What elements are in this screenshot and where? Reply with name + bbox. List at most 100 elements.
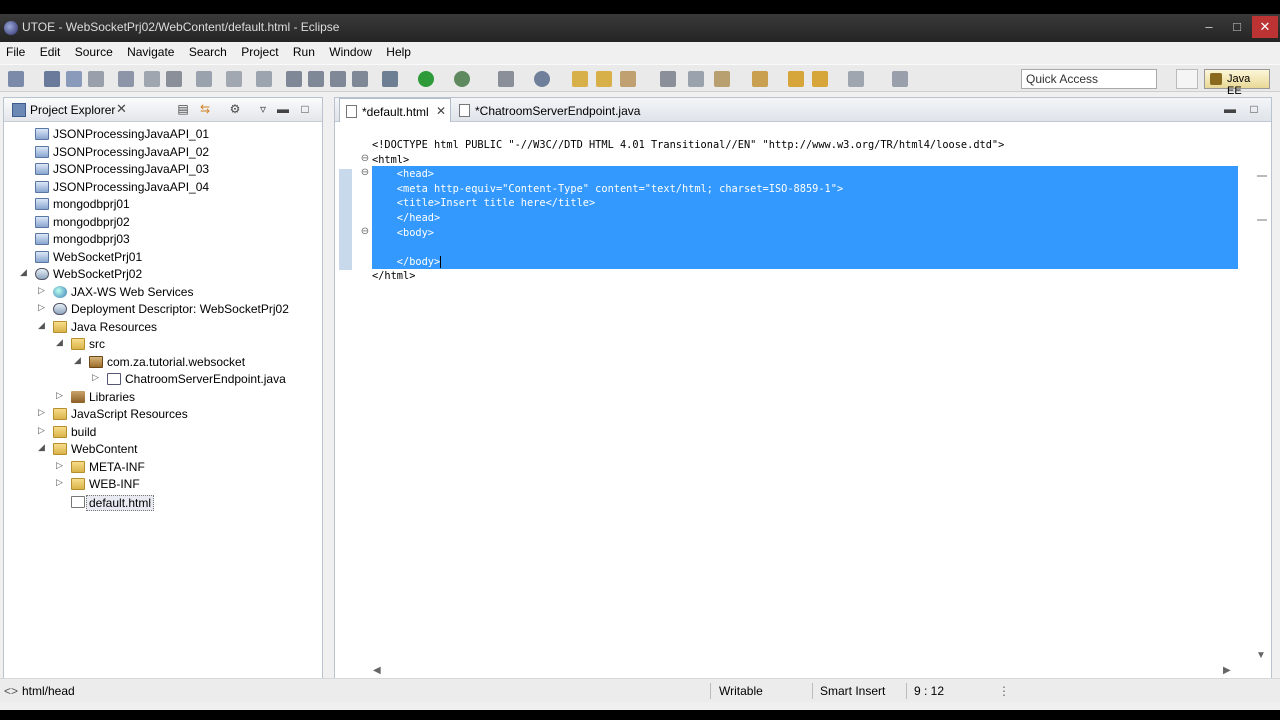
tree-item[interactable]: ▷ WEB-INF xyxy=(4,476,322,494)
tree-item[interactable]: JSONProcessingJavaAPI_03 xyxy=(4,161,322,179)
run-icon[interactable] xyxy=(418,71,434,87)
menu-help[interactable]: Help xyxy=(380,42,416,59)
expand-arrow-icon[interactable]: ◢ xyxy=(38,442,48,453)
fold-toggle-icon[interactable]: ⊖ xyxy=(360,226,370,237)
close-view-icon[interactable]: ✕ xyxy=(116,101,127,117)
open-perspective-button[interactable] xyxy=(1176,69,1198,89)
java-ee-perspective-button[interactable]: Java EE xyxy=(1204,69,1270,97)
menu-run[interactable]: Run xyxy=(287,42,320,59)
tree-item[interactable]: ▷ META-INF xyxy=(4,459,322,477)
terminate-icon[interactable] xyxy=(330,71,346,87)
minimize-editor-icon[interactable]: ▬ xyxy=(1223,102,1237,116)
close-button[interactable]: ✕ xyxy=(1252,16,1278,38)
expand-arrow-icon[interactable]: ▷ xyxy=(38,425,48,436)
code-line[interactable]: </head> xyxy=(372,211,440,226)
tab-chatroom-server-endpoint[interactable]: *ChatroomServerEndpoint.java xyxy=(453,98,640,122)
server-icon[interactable] xyxy=(498,71,514,87)
tree-item[interactable]: ◢ src xyxy=(4,336,322,354)
scroll-down-icon[interactable]: ▼ xyxy=(1256,650,1266,661)
tree-item[interactable]: ▷ build xyxy=(4,424,322,442)
tree-item[interactable]: default.html xyxy=(4,494,322,512)
menu-source[interactable]: Source xyxy=(69,42,118,59)
view-menu-icon[interactable]: ▿ xyxy=(256,102,270,116)
tab-default-html[interactable]: *default.html ✕ xyxy=(339,98,451,122)
code-line[interactable]: <body> xyxy=(372,226,434,241)
expand-arrow-icon[interactable]: ▷ xyxy=(56,477,66,488)
status-path[interactable]: html/head xyxy=(22,684,75,698)
tree-item[interactable]: ▷ Libraries xyxy=(4,389,322,407)
scroll-right-icon[interactable]: ▶ xyxy=(1223,665,1231,676)
close-tab-icon[interactable]: ✕ xyxy=(436,104,446,118)
step-icon[interactable] xyxy=(352,71,368,87)
expand-arrow-icon[interactable]: ▷ xyxy=(38,302,48,313)
open-project-icon[interactable] xyxy=(596,71,612,87)
save-all-icon[interactable] xyxy=(66,71,82,87)
tree-item[interactable]: ◢ WebSocketPrj02 xyxy=(4,266,322,284)
code-editor[interactable]: <!DOCTYPE html PUBLIC "-//W3C//DTD HTML … xyxy=(335,138,1271,338)
new-icon[interactable] xyxy=(8,71,24,87)
collapse-all-icon[interactable]: ▤ xyxy=(176,102,190,116)
resume-icon[interactable] xyxy=(286,71,302,87)
maximize-button[interactable]: □ xyxy=(1224,16,1250,38)
code-line[interactable]: </body> xyxy=(372,255,442,270)
open-type-icon[interactable] xyxy=(256,71,272,87)
tree-item[interactable]: mongodbprj01 xyxy=(4,196,322,214)
pin-icon[interactable] xyxy=(892,71,908,87)
overview-mark[interactable] xyxy=(1257,175,1267,177)
code-line[interactable]: <meta http-equiv="Content-Type" content=… xyxy=(372,182,843,197)
tree-item[interactable]: JSONProcessingJavaAPI_01 xyxy=(4,126,322,144)
print-icon[interactable] xyxy=(88,71,104,87)
tree-item[interactable]: ◢ com.za.tutorial.websocket xyxy=(4,354,322,372)
forward-icon[interactable] xyxy=(848,71,864,87)
overview-mark[interactable] xyxy=(1257,219,1267,221)
next-annotation-icon[interactable] xyxy=(752,71,768,87)
project-explorer-tab[interactable]: Project Explorer ✕ ▤ ⇆ ⚙ ▿ ▬ □ xyxy=(4,98,322,122)
menu-navigate[interactable]: Navigate xyxy=(121,42,179,59)
link-with-editor-icon[interactable]: ⇆ xyxy=(198,102,212,116)
scroll-left-icon[interactable]: ◀ xyxy=(373,665,381,676)
external-tools-icon[interactable] xyxy=(688,71,704,87)
tree-item[interactable]: ◢ WebContent xyxy=(4,441,322,459)
fold-toggle-icon[interactable]: ⊖ xyxy=(360,167,370,178)
toggle-icon[interactable] xyxy=(118,71,134,87)
refactor-icon[interactable] xyxy=(196,71,212,87)
maximize-view-icon[interactable]: □ xyxy=(298,102,312,116)
menu-file[interactable]: File xyxy=(0,42,30,59)
menu-search[interactable]: Search xyxy=(183,42,232,59)
menu-edit[interactable]: Edit xyxy=(34,42,66,59)
status-menu-icon[interactable]: ⋮ xyxy=(998,684,1010,698)
code-line[interactable]: <html> xyxy=(372,153,409,168)
new-class-icon[interactable] xyxy=(534,71,550,87)
tree-item[interactable]: ▷ ChatroomServerEndpoint.java xyxy=(4,371,322,389)
tree-item[interactable]: mongodbprj03 xyxy=(4,231,322,249)
tree-item[interactable]: ◢ Java Resources xyxy=(4,319,322,337)
tree-item[interactable]: ▷ JAX-WS Web Services xyxy=(4,284,322,302)
expand-arrow-icon[interactable]: ▷ xyxy=(38,407,48,418)
tree-item[interactable]: JSONProcessingJavaAPI_04 xyxy=(4,179,322,197)
code-line[interactable]: <title>Insert title here</title> xyxy=(372,196,595,211)
menu-project[interactable]: Project xyxy=(235,42,283,59)
customize-view-icon[interactable]: ⚙ xyxy=(228,102,242,116)
expand-arrow-icon[interactable]: ▷ xyxy=(92,372,102,383)
debug-icon[interactable] xyxy=(382,71,398,87)
tree-item[interactable]: ▷ JavaScript Resources xyxy=(4,406,322,424)
expand-arrow-icon[interactable]: ▷ xyxy=(56,460,66,471)
annotation-icon[interactable] xyxy=(714,71,730,87)
search-task-icon[interactable] xyxy=(620,71,636,87)
back-icon[interactable] xyxy=(812,71,828,87)
tree-item[interactable]: JSONProcessingJavaAPI_02 xyxy=(4,144,322,162)
minimize-view-icon[interactable]: ▬ xyxy=(276,102,290,116)
save-icon[interactable] xyxy=(44,71,60,87)
open-folder-icon[interactable] xyxy=(572,71,588,87)
expand-arrow-icon[interactable]: ◢ xyxy=(56,337,66,348)
minimize-button[interactable]: – xyxy=(1196,16,1222,38)
quick-access-input[interactable]: Quick Access xyxy=(1021,69,1157,89)
horizontal-scrollbar[interactable]: ◀ ▶ xyxy=(369,663,1231,679)
settings-icon[interactable] xyxy=(660,71,676,87)
expand-arrow-icon[interactable]: ◢ xyxy=(74,355,84,366)
tree-item[interactable]: mongodbprj02 xyxy=(4,214,322,232)
maximize-editor-icon[interactable]: □ xyxy=(1247,102,1261,116)
expand-arrow-icon[interactable]: ▷ xyxy=(38,285,48,296)
code-line[interactable]: <!DOCTYPE html PUBLIC "-//W3C//DTD HTML … xyxy=(372,138,1004,153)
tree-item[interactable]: ▷ Deployment Descriptor: WebSocketPrj02 xyxy=(4,301,322,319)
